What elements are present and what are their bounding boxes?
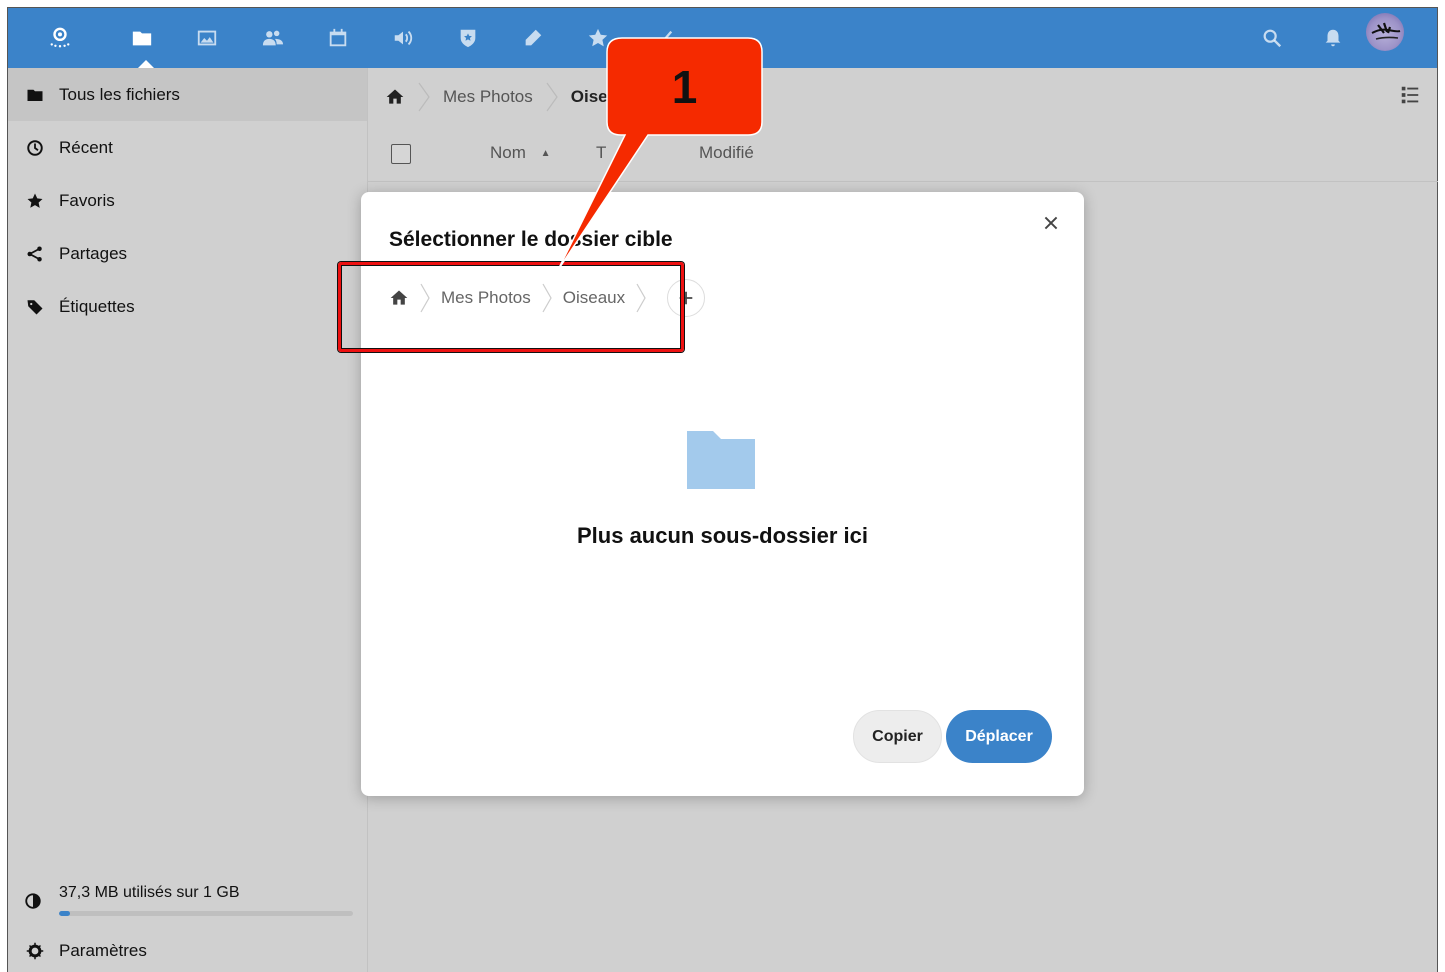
breadcrumb-separator-icon <box>418 82 430 112</box>
avatar[interactable] <box>1366 13 1404 51</box>
column-modified[interactable]: Modifié <box>699 143 754 163</box>
breadcrumb-item[interactable]: Mes Photos <box>443 68 571 126</box>
shield-icon[interactable] <box>446 8 490 68</box>
tag-icon <box>24 296 46 318</box>
folder-icon <box>24 84 46 106</box>
breadcrumb-home[interactable] <box>368 68 443 126</box>
move-button[interactable]: Déplacer <box>946 710 1052 763</box>
sidebar-item-label: Favoris <box>59 190 115 210</box>
storage-quota[interactable]: 37,3 MB utilisés sur 1 GB <box>8 878 367 928</box>
file-list-header: Nom ▲ T Modifié <box>368 126 1438 182</box>
select-all-checkbox[interactable] <box>391 144 411 164</box>
clock-icon <box>24 137 46 159</box>
sidebar-item-tags[interactable]: Étiquettes <box>8 280 367 333</box>
breadcrumb-label: Mes Photos <box>443 87 533 106</box>
search-icon[interactable] <box>1250 8 1294 68</box>
sidebar-item-label: Récent <box>59 137 113 157</box>
share-icon <box>24 243 46 265</box>
column-name[interactable]: Nom ▲ <box>490 143 551 163</box>
files-icon[interactable] <box>120 8 164 68</box>
bell-icon[interactable] <box>1311 8 1355 68</box>
notes-icon[interactable] <box>511 8 555 68</box>
home-icon <box>386 89 404 104</box>
column-name-label: Nom <box>490 143 526 162</box>
app-logo-icon[interactable] <box>38 8 82 68</box>
view-toggle-icon[interactable] <box>1399 84 1421 106</box>
empty-state-text: Plus aucun sous-dossier ici <box>577 523 868 548</box>
quota-bar <box>59 911 353 916</box>
sidebar: Tous les fichiers Récent Favoris Partage… <box>8 68 367 972</box>
close-icon <box>1044 216 1058 230</box>
calendar-icon[interactable] <box>316 8 360 68</box>
breadcrumb: Mes Photos Oise <box>368 68 608 126</box>
contacts-icon[interactable] <box>251 8 295 68</box>
quota-bar-fill <box>59 911 70 916</box>
sidebar-item-all-files[interactable]: Tous les fichiers <box>8 68 367 121</box>
audio-icon[interactable] <box>381 8 425 68</box>
settings-label: Paramètres <box>59 941 147 960</box>
column-size[interactable]: T <box>596 143 606 163</box>
sidebar-item-shares[interactable]: Partages <box>8 227 367 280</box>
star-icon <box>24 190 46 212</box>
breadcrumb-item-current[interactable]: Oise <box>571 68 608 126</box>
gear-icon <box>24 940 46 962</box>
breadcrumb-separator-icon <box>546 82 558 112</box>
close-button[interactable] <box>1036 208 1066 238</box>
sidebar-item-label: Étiquettes <box>59 296 135 316</box>
sidebar-item-favorites[interactable]: Favoris <box>8 174 367 227</box>
annotation-number: 1 <box>671 60 698 113</box>
active-app-indicator <box>138 60 154 68</box>
sort-ascending-icon: ▲ <box>540 148 551 159</box>
copy-button[interactable]: Copier <box>853 710 942 763</box>
sidebar-item-label: Partages <box>59 243 128 263</box>
pie-chart-icon <box>24 892 42 910</box>
sidebar-item-label: Tous les fichiers <box>59 84 180 104</box>
settings-button[interactable]: Paramètres <box>8 930 367 972</box>
sidebar-item-recent[interactable]: Récent <box>8 121 367 174</box>
dialog-title: Sélectionner le dossier cible <box>389 228 673 251</box>
annotation-highlight-box <box>338 262 684 352</box>
empty-folder-icon <box>686 430 756 490</box>
gallery-icon[interactable] <box>185 8 229 68</box>
quota-text: 37,3 MB utilisés sur 1 GB <box>59 884 240 901</box>
breadcrumb-label: Oise <box>570 87 608 106</box>
